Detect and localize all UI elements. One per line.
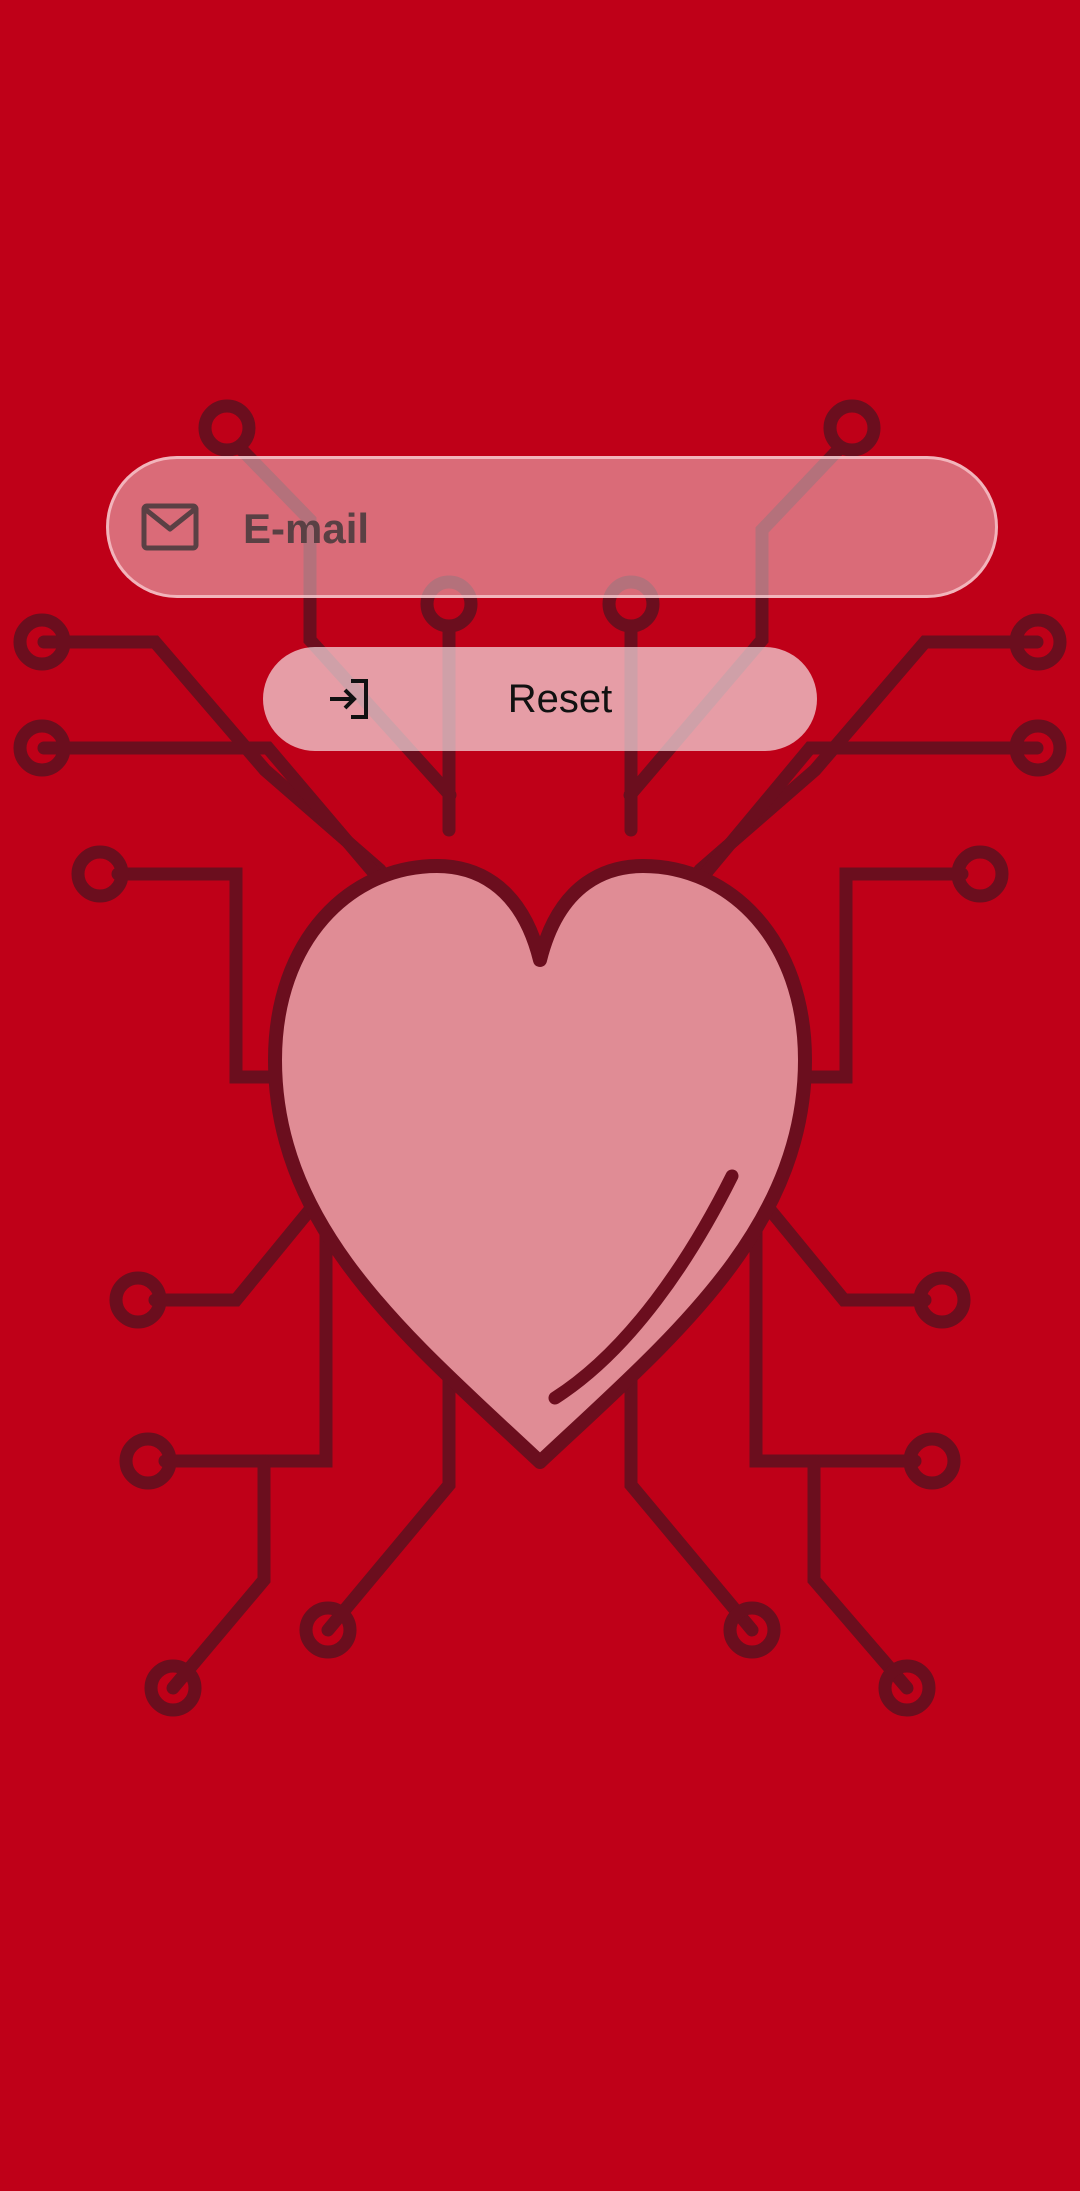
- circuit-heart-illustration: [0, 0, 1080, 2191]
- mail-icon: [141, 503, 199, 551]
- email-field[interactable]: [106, 456, 998, 598]
- reset-button[interactable]: Reset: [263, 647, 817, 751]
- app-screen: Reset: [0, 0, 1080, 2191]
- reset-button-label: Reset: [507, 677, 613, 721]
- email-input[interactable]: [243, 479, 963, 579]
